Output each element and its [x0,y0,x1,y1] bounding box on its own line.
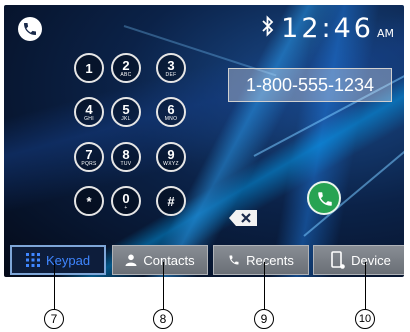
key-digit: 3 [167,57,175,73]
keypad-key-5[interactable]: 5 JKL [111,97,141,127]
callout-number: 7 [44,309,64,329]
tab-keypad[interactable]: Keypad [10,245,106,275]
tab-contacts[interactable]: Contacts [112,245,208,275]
callout-leader-line [365,262,366,310]
keypad-key-2[interactable]: 2 ABC [111,53,141,83]
tab-recents[interactable]: Recents [213,245,309,275]
callout-leader-line [163,262,164,310]
phone-app-icon [18,17,42,41]
callout-number: 10 [355,309,375,329]
keypad-key-7[interactable]: 7 PQRS [74,142,104,172]
key-digit: 8 [122,146,130,162]
key-letters: PQRS [81,160,97,167]
call-button[interactable] [307,181,341,215]
keypad-key-8[interactable]: 8 TUV [111,142,141,172]
key-letters: WXYZ [163,160,179,167]
key-digit: # [167,193,175,209]
person-icon [125,254,137,266]
keypad-key-9[interactable]: 9 WXYZ [156,142,186,172]
clock-time: 12:46 [281,13,374,44]
key-letters: DEF [165,71,177,78]
callout-number: 8 [153,309,173,329]
key-digit: 6 [167,101,175,117]
key-digit: 0 [122,190,130,206]
keypad-key-star[interactable]: * [74,186,104,216]
key-letters: JKL [121,115,131,122]
keypad-key-1[interactable]: 1 [74,53,104,83]
keypad-key-4[interactable]: 4 GHI [74,97,104,127]
tab-device[interactable]: Device [313,245,404,275]
tab-label: Contacts [143,252,195,268]
keypad-grid-icon [25,253,40,267]
key-letters: ABC [120,71,132,78]
key-digit: * [86,193,92,209]
key-digit: 7 [85,146,93,162]
clock-ampm: AM [376,27,394,40]
keypad-key-hash[interactable]: # [156,186,186,216]
callout-leader-line [54,262,55,310]
key-letters: GHI [84,115,94,122]
phone-screen: 12:46 AM 1-800-555-1234 1 2 ABC 3 DEF 4 GHI 5 JK… [4,5,404,277]
key-digit: 9 [167,146,175,162]
callout-leader-line [264,262,265,310]
tab-label: Recents [246,252,294,268]
keypad-key-3[interactable]: 3 DEF [156,53,186,83]
key-digit: 1 [85,60,93,76]
keypad-key-0[interactable]: 0 + [111,186,141,216]
callout-number: 9 [254,309,274,329]
keypad-key-6[interactable]: 6 MNO [156,97,186,127]
key-letters: MNO [164,115,178,122]
mobile-device-icon [331,251,345,269]
key-digit: 4 [85,101,93,117]
key-digit: 2 [122,57,130,73]
tab-label: Keypad [45,252,91,268]
key-letters: + [124,204,128,211]
status-bar: 12:46 AM [261,13,394,44]
dialed-number-display[interactable]: 1-800-555-1234 [228,68,392,102]
backspace-icon[interactable] [229,210,257,226]
key-digit: 5 [122,101,130,117]
key-letters: TUV [120,160,132,167]
tab-label: Device [351,252,391,268]
phone-handset-icon [318,192,332,206]
phone-handset-icon [229,255,239,265]
bluetooth-icon [262,15,274,37]
